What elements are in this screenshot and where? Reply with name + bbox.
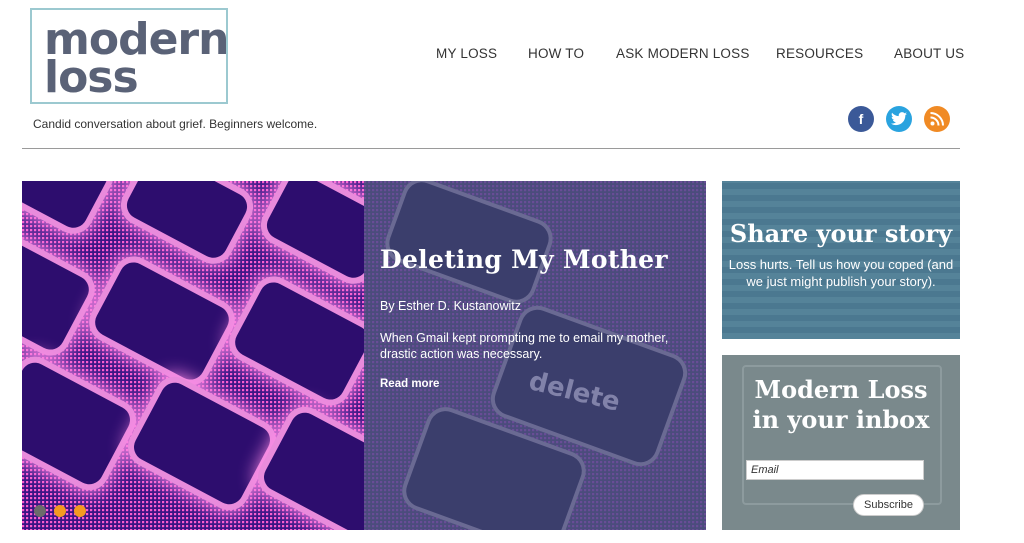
slider-pagination — [34, 505, 86, 517]
hero-keyboard-image — [22, 181, 364, 530]
nav-about-us[interactable]: ABOUT US — [894, 46, 964, 61]
keyboard-key-decor — [122, 181, 252, 263]
facebook-glyph: f — [858, 111, 864, 127]
newsletter-title-line1: Modern Loss — [754, 375, 928, 404]
keyboard-key-decor — [22, 227, 94, 355]
twitter-icon[interactable] — [886, 106, 912, 132]
slider-dot-1[interactable] — [34, 505, 46, 517]
header-divider — [22, 148, 960, 149]
keyboard-key-decor — [262, 181, 364, 283]
nav-resources[interactable]: RESOURCES — [776, 46, 863, 61]
site-tagline: Candid conversation about grief. Beginne… — [33, 117, 318, 131]
nav-ask-modern-loss[interactable]: ASK MODERN LOSS — [616, 46, 750, 61]
keyboard-key-decor — [22, 357, 135, 490]
facebook-icon[interactable]: f — [848, 106, 874, 132]
newsletter-title-line2: in your inbox — [752, 405, 930, 434]
hero-byline: By Esther D. Kustanowitz — [380, 299, 522, 313]
keyboard-key-decor — [230, 277, 364, 405]
twitter-bird-glyph — [891, 112, 907, 126]
slider-dot-2[interactable] — [54, 505, 66, 517]
rss-icon[interactable] — [924, 106, 950, 132]
hero-title[interactable]: Deleting My Mother — [380, 245, 668, 274]
newsletter-widget: Modern Loss in your inbox Subscribe — [722, 355, 960, 530]
social-links: f — [848, 106, 950, 132]
nav-how-to[interactable]: HOW TO — [528, 46, 584, 61]
read-more-link[interactable]: Read more — [380, 378, 439, 390]
share-body: Loss hurts. Tell us how you coped (and w… — [728, 257, 954, 289]
keyboard-key-decor — [384, 181, 554, 305]
hero-description: When Gmail kept prompting me to email my… — [380, 331, 669, 361]
rss-glyph — [930, 112, 944, 126]
hero-caption-panel: delete Deleting My Mother By Esther D. K… — [364, 181, 706, 530]
keyboard-key-decor — [90, 257, 234, 385]
keyboard-key-decor — [22, 181, 112, 233]
nav-my-loss[interactable]: MY LOSS — [436, 46, 497, 61]
email-field[interactable] — [746, 460, 924, 480]
site-logo[interactable]: modern loss — [30, 8, 228, 104]
logo-word-loss: loss — [44, 52, 139, 103]
slider-dot-3[interactable] — [74, 505, 86, 517]
keyboard-key-decor — [129, 377, 275, 510]
newsletter-title: Modern Loss in your inbox — [722, 375, 960, 435]
share-your-story-widget[interactable]: Share your story Loss hurts. Tell us how… — [722, 181, 960, 339]
featured-slider: delete Deleting My Mother By Esther D. K… — [22, 181, 706, 530]
subscribe-button[interactable]: Subscribe — [853, 494, 924, 516]
share-title: Share your story — [729, 219, 953, 248]
keyboard-key-decor — [259, 407, 364, 530]
